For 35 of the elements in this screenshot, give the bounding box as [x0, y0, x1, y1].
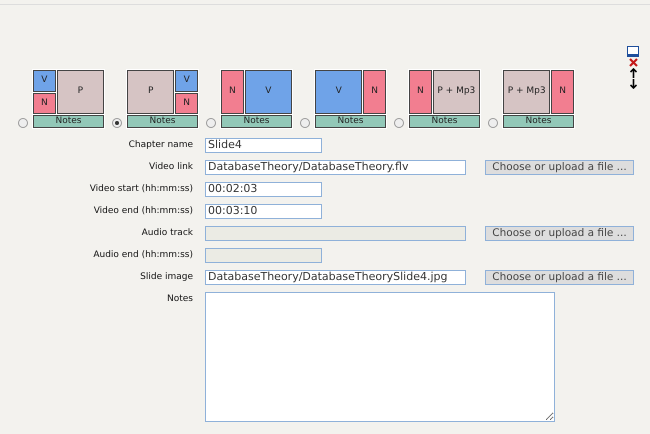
- notes-bar: Notes: [503, 115, 574, 128]
- notes-bar: Notes: [315, 115, 386, 128]
- notes-block: N: [221, 70, 244, 114]
- text-field[interactable]: DatabaseTheory/DatabaseTheory.flv: [205, 160, 466, 175]
- notes-block: N: [363, 70, 386, 114]
- text-field[interactable]: 00:03:10: [205, 204, 322, 219]
- field-label: Notes: [166, 293, 193, 306]
- text-field[interactable]: DatabaseTheory/DatabaseTheorySlide4.jpg: [205, 270, 466, 285]
- notes-bar: Notes: [127, 115, 198, 128]
- field-label: Video end (hh:mm:ss): [92, 205, 193, 218]
- field-label: Slide image: [139, 271, 193, 284]
- presentation-block: P + Mp3: [503, 70, 550, 114]
- text-field[interactable]: Slide4: [205, 138, 322, 153]
- choose-file-button[interactable]: Choose or upload a file ...: [485, 270, 634, 285]
- notes-bar: Notes: [221, 115, 292, 128]
- video-block: V: [175, 70, 198, 92]
- field-label: Video start (hh:mm:ss): [88, 183, 193, 196]
- text-field[interactable]: 00:02:03: [205, 182, 322, 197]
- video-block: V: [244, 70, 292, 114]
- field-label: Audio track: [140, 227, 193, 240]
- notes-bar: Notes: [33, 115, 104, 128]
- field-label: Video link: [148, 161, 193, 174]
- presentation-block: P + Mp3: [432, 70, 480, 114]
- video-block: V: [33, 70, 56, 92]
- notes-bar: Notes: [409, 115, 480, 128]
- notes-block: N: [33, 92, 56, 114]
- field-label: Audio end (hh:mm:ss): [92, 249, 193, 262]
- notes-block: N: [175, 92, 198, 114]
- video-block: V: [315, 70, 362, 114]
- field-label: Chapter name: [128, 139, 193, 152]
- notes-block: N: [409, 70, 432, 114]
- presentation-block: P: [127, 70, 174, 114]
- choose-file-button[interactable]: Choose or upload a file ...: [485, 160, 634, 175]
- notes-block: N: [551, 70, 574, 114]
- presentation-block: P: [56, 70, 104, 114]
